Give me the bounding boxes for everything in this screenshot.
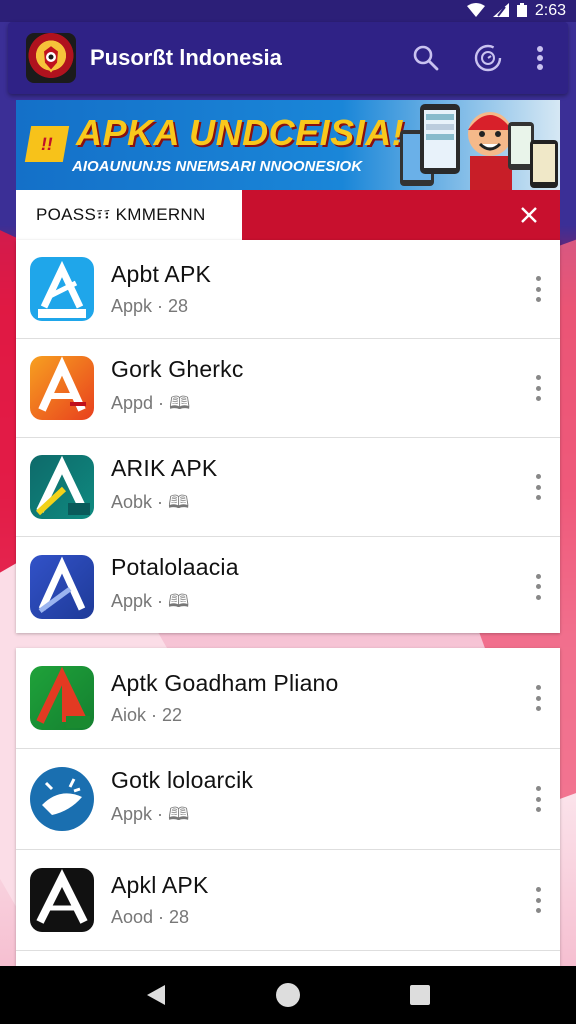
list-item[interactable]: Gotk loloarcik Appk · 🕮 — [16, 749, 560, 850]
list-item[interactable]: Aptk Goadham Pliano Aiok · 22 — [16, 648, 560, 749]
clock-icon — [474, 44, 502, 72]
recents-icon — [410, 985, 430, 1005]
list-item[interactable]: Apbt APK Appk · 28 — [16, 240, 560, 339]
navigation-bar — [0, 966, 576, 1024]
home-icon — [276, 983, 300, 1007]
app-list-1: Apbt APK Appk · 28 Gork Gherkc Appd · 🕮 … — [16, 240, 560, 633]
app-icon — [30, 666, 94, 730]
app-list-2: Aptk Goadham Pliano Aiok · 22 Gotk loloa… — [16, 648, 560, 966]
more-options-button[interactable] — [530, 273, 546, 305]
close-button[interactable] — [512, 198, 546, 232]
app-icon — [30, 257, 94, 321]
list-item[interactable]: Potalolaacia Appk · 🕮 — [16, 537, 560, 636]
status-time: 2:63 — [534, 2, 566, 19]
back-icon — [147, 985, 165, 1005]
more-options-button[interactable] — [530, 571, 546, 603]
app-subtitle: Aobk · 🕮 — [111, 491, 190, 512]
app-icon — [30, 868, 94, 932]
app-icon — [30, 455, 94, 519]
app-title: Pusorßt lndonesia — [90, 45, 282, 70]
app-subtitle: Appk · 🕮 — [111, 591, 190, 611]
app-bar: Pusorßt lndonesia — [8, 22, 568, 94]
status-bar: 2:63 — [0, 0, 576, 22]
app-icon — [30, 767, 94, 831]
app-title: Gork Gherkc — [111, 355, 244, 382]
history-button[interactable] — [466, 36, 510, 80]
app-subtitle: Appd · 🕮 — [111, 392, 191, 413]
list-item[interactable]: Apkl APK Aood · 28 — [16, 850, 560, 951]
app-title: Potalolaacia — [111, 554, 239, 580]
app-subtitle: Aood · 28 — [111, 907, 190, 927]
list-item[interactable]: Gork Gherkc Appd · 🕮 — [16, 339, 560, 438]
app-title: Apbt APK — [111, 261, 212, 287]
overflow-menu-button[interactable] — [528, 36, 552, 80]
app-subtitle: Appk · 🕮 — [111, 803, 190, 824]
recents-button[interactable] — [400, 975, 440, 1015]
home-button[interactable] — [268, 975, 308, 1015]
back-button[interactable] — [136, 975, 176, 1015]
app-title: ARIK APK — [111, 454, 218, 481]
flag-icon: !! — [24, 126, 70, 162]
tab-active[interactable]: POASS፣፣ KMMERNN — [16, 190, 242, 240]
app-icon — [30, 554, 94, 619]
emblem-icon — [41, 43, 61, 73]
list-item[interactable]: ARIK APK Aobk · 🕮 — [16, 438, 560, 537]
more-options-button[interactable] — [530, 372, 546, 404]
more-vert-icon — [537, 46, 543, 70]
app-title: Apkl APK — [111, 872, 209, 898]
more-options-button[interactable] — [530, 884, 546, 916]
banner-title: APKA UNDCEISIA! — [76, 112, 405, 153]
banner-subtitle: AIOAUNUNJS NNEMSARI NNOONESIOK — [72, 158, 363, 175]
search-icon — [413, 45, 439, 71]
more-options-button[interactable] — [530, 682, 546, 714]
app-subtitle: Aiok · 22 — [111, 705, 183, 725]
mascot-phones-illustration — [400, 104, 558, 190]
more-options-button[interactable] — [530, 471, 546, 503]
app-title: Gotk loloarcik — [111, 766, 254, 793]
signal-icon — [492, 2, 509, 20]
close-icon — [521, 207, 537, 223]
promo-banner[interactable]: !! APKA UNDCEISIA! AIOAUNUNJS NNEMSARI N… — [16, 100, 560, 190]
battery-icon — [516, 2, 527, 20]
search-button[interactable] — [404, 36, 448, 80]
tab-row: POASS፣፣ KMMERNN — [16, 190, 560, 240]
app-subtitle: Appk · 28 — [111, 296, 189, 316]
app-title: Aptk Goadham Pliano — [111, 670, 339, 696]
more-options-button[interactable] — [530, 783, 546, 815]
app-icon — [30, 356, 94, 420]
app-logo — [26, 33, 76, 83]
wifi-icon — [466, 2, 485, 20]
